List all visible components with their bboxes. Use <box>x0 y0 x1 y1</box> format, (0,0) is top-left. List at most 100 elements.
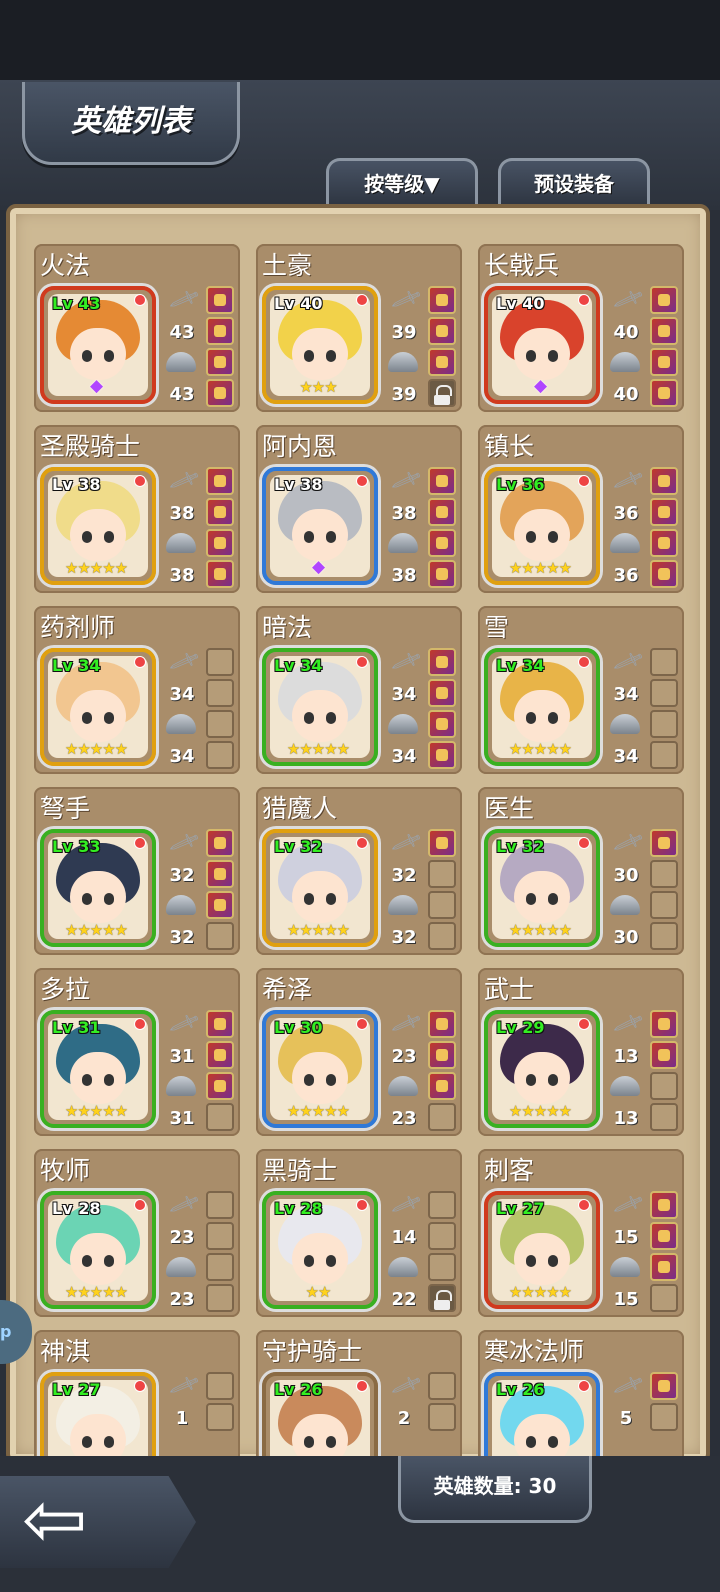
hero-card[interactable]: 药剂师 Lv 34 ★★★★★ 🗡 34 34 <box>34 606 240 774</box>
equipment-slot[interactable] <box>206 741 234 769</box>
equipment-slot[interactable] <box>206 379 234 407</box>
hero-card[interactable]: 寒冰法师 Lv 26 🗡 5 <box>478 1330 684 1460</box>
equipment-slot[interactable] <box>650 317 678 345</box>
equipment-slot[interactable] <box>206 1372 234 1400</box>
equipment-slot[interactable] <box>206 860 234 888</box>
equipment-slot[interactable] <box>650 710 678 738</box>
equipment-slot[interactable] <box>428 560 456 588</box>
equipment-slot[interactable] <box>428 1372 456 1400</box>
equipment-slot[interactable] <box>206 348 234 376</box>
equipment-slot[interactable] <box>428 710 456 738</box>
equipment-slot[interactable] <box>428 1284 456 1312</box>
hero-card[interactable]: 希泽 Lv 30 ★★★★★ 🗡 23 23 <box>256 968 462 1136</box>
equipment-slot[interactable] <box>650 379 678 407</box>
equipment-slot[interactable] <box>206 1191 234 1219</box>
hero-portrait[interactable]: Lv 27 ★★★★★ <box>484 1191 600 1309</box>
hero-card[interactable]: 镇长 Lv 36 ★★★★★ 🗡 36 36 <box>478 425 684 593</box>
hero-card[interactable]: 暗法 Lv 34 ★★★★★ 🗡 34 34 <box>256 606 462 774</box>
equipment-slot[interactable] <box>650 1284 678 1312</box>
hero-card[interactable]: 弩手 Lv 33 ★★★★★ 🗡 32 32 <box>34 787 240 955</box>
equipment-slot[interactable] <box>428 1072 456 1100</box>
hero-portrait[interactable]: Lv 31 ★★★★★ <box>40 1010 156 1128</box>
hero-portrait[interactable]: Lv 28 ★★★★★ <box>40 1191 156 1309</box>
equipment-slot[interactable] <box>428 922 456 950</box>
equipment-slot[interactable] <box>650 286 678 314</box>
hero-portrait[interactable]: Lv 29 ★★★★★ <box>484 1010 600 1128</box>
hero-card[interactable]: 猎魔人 Lv 32 ★★★★★ 🗡 32 32 <box>256 787 462 955</box>
equipment-slot[interactable] <box>428 1191 456 1219</box>
equipment-slot[interactable] <box>650 1191 678 1219</box>
equipment-slot[interactable] <box>650 560 678 588</box>
equipment-slot[interactable] <box>428 286 456 314</box>
equipment-slot[interactable] <box>428 348 456 376</box>
hero-portrait[interactable]: Lv 34 ★★★★★ <box>40 648 156 766</box>
equipment-slot[interactable] <box>428 498 456 526</box>
equipment-slot[interactable] <box>206 1253 234 1281</box>
equipment-slot[interactable] <box>428 648 456 676</box>
equipment-slot[interactable] <box>428 860 456 888</box>
equipment-slot[interactable] <box>206 1041 234 1069</box>
hero-card[interactable]: 牧师 Lv 28 ★★★★★ 🗡 23 23 <box>34 1149 240 1317</box>
preset-equipment-button[interactable]: 预设装备 <box>498 158 650 207</box>
hero-portrait[interactable]: Lv 34 ★★★★★ <box>484 648 600 766</box>
equipment-slot[interactable] <box>206 710 234 738</box>
hero-card[interactable]: 阿内恩 Lv 38 ◆ 🗡 38 38 <box>256 425 462 593</box>
equipment-slot[interactable] <box>206 498 234 526</box>
equipment-slot[interactable] <box>428 529 456 557</box>
hero-portrait[interactable]: Lv 26 <box>484 1372 600 1460</box>
hero-card[interactable]: 长戟兵 Lv 40 ◆ 🗡 40 40 <box>478 244 684 412</box>
hero-portrait[interactable]: Lv 30 ★★★★★ <box>262 1010 378 1128</box>
equipment-slot[interactable] <box>206 1403 234 1431</box>
equipment-slot[interactable] <box>650 348 678 376</box>
back-button[interactable]: ⇦ <box>0 1476 196 1568</box>
equipment-slot[interactable] <box>650 829 678 857</box>
equipment-slot[interactable] <box>206 891 234 919</box>
equipment-slot[interactable] <box>428 317 456 345</box>
hero-portrait[interactable]: Lv 38 ◆ <box>262 467 378 585</box>
equipment-slot[interactable] <box>650 648 678 676</box>
equipment-slot[interactable] <box>650 1103 678 1131</box>
hero-card[interactable]: 刺客 Lv 27 ★★★★★ 🗡 15 15 <box>478 1149 684 1317</box>
equipment-slot[interactable] <box>650 922 678 950</box>
hero-portrait[interactable]: Lv 27 <box>40 1372 156 1460</box>
equipment-slot[interactable] <box>650 891 678 919</box>
equipment-slot[interactable] <box>650 529 678 557</box>
hero-portrait[interactable]: Lv 36 ★★★★★ <box>484 467 600 585</box>
hero-card[interactable]: 医生 Lv 32 ★★★★★ 🗡 30 30 <box>478 787 684 955</box>
equipment-slot[interactable] <box>206 560 234 588</box>
equipment-slot[interactable] <box>428 1010 456 1038</box>
equipment-slot[interactable] <box>650 1253 678 1281</box>
equipment-slot[interactable] <box>206 1222 234 1250</box>
equipment-slot[interactable] <box>428 1041 456 1069</box>
hero-portrait[interactable]: Lv 34 ★★★★★ <box>262 648 378 766</box>
hero-portrait[interactable]: Lv 43 ◆ <box>40 286 156 404</box>
equipment-slot[interactable] <box>650 1010 678 1038</box>
equipment-slot[interactable] <box>206 829 234 857</box>
equipment-slot[interactable] <box>206 286 234 314</box>
equipment-slot[interactable] <box>428 679 456 707</box>
hero-portrait[interactable]: Lv 38 ★★★★★ <box>40 467 156 585</box>
equipment-slot[interactable] <box>428 1253 456 1281</box>
hero-portrait[interactable]: Lv 40 ◆ <box>484 286 600 404</box>
hero-card[interactable]: 土豪 Lv 40 ★★★ 🗡 39 39 <box>256 244 462 412</box>
equipment-slot[interactable] <box>428 1103 456 1131</box>
hero-card[interactable]: 武士 Lv 29 ★★★★★ 🗡 13 13 <box>478 968 684 1136</box>
equipment-slot[interactable] <box>650 467 678 495</box>
hero-card[interactable]: 多拉 Lv 31 ★★★★★ 🗡 31 31 <box>34 968 240 1136</box>
equipment-slot[interactable] <box>428 891 456 919</box>
hero-portrait[interactable]: Lv 32 ★★★★★ <box>484 829 600 947</box>
equipment-slot[interactable] <box>428 741 456 769</box>
equipment-slot[interactable] <box>650 1403 678 1431</box>
hero-card[interactable]: 火法 Lv 43 ◆ 🗡 43 43 <box>34 244 240 412</box>
equipment-slot[interactable] <box>206 1103 234 1131</box>
equipment-slot[interactable] <box>650 498 678 526</box>
equipment-slot[interactable] <box>650 860 678 888</box>
equipment-slot[interactable] <box>650 741 678 769</box>
hero-card[interactable]: 黑骑士 Lv 28 ★★ 🗡 14 22 <box>256 1149 462 1317</box>
equipment-slot[interactable] <box>206 648 234 676</box>
equipment-slot[interactable] <box>206 1010 234 1038</box>
hero-card[interactable]: 圣殿骑士 Lv 38 ★★★★★ 🗡 38 38 <box>34 425 240 593</box>
equipment-slot[interactable] <box>650 1222 678 1250</box>
hero-card[interactable]: 神淇 Lv 27 🗡 1 <box>34 1330 240 1460</box>
hero-portrait[interactable]: Lv 33 ★★★★★ <box>40 829 156 947</box>
